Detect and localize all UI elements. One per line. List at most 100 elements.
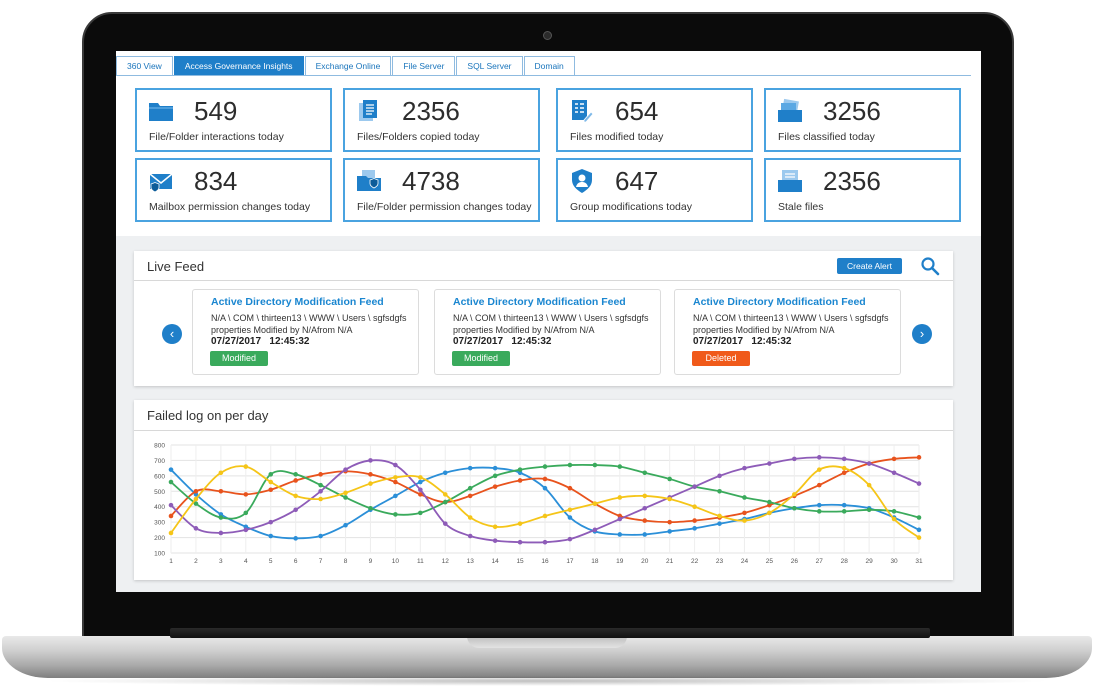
series-point-3[interactable] — [243, 510, 249, 516]
series-point-4[interactable] — [767, 461, 772, 466]
series-point-3[interactable] — [891, 509, 897, 514]
series-point-5[interactable] — [692, 504, 697, 510]
series-point-4[interactable] — [243, 527, 249, 533]
stat-card-files-modified[interactable]: 654 Files modified today — [556, 88, 753, 152]
stat-card-files-classified[interactable]: 3256 Files classified today — [764, 88, 961, 152]
series-point-1[interactable] — [492, 465, 498, 471]
series-point-4[interactable] — [717, 473, 722, 479]
series-point-5[interactable] — [343, 490, 348, 496]
series-point-5[interactable] — [467, 515, 473, 520]
series-point-3[interactable] — [368, 505, 373, 511]
series-point-4[interactable] — [891, 470, 897, 476]
series-point-3[interactable] — [418, 510, 423, 516]
series-point-3[interactable] — [667, 476, 672, 482]
series-point-4[interactable] — [492, 538, 498, 543]
series-point-5[interactable] — [642, 493, 648, 499]
series-point-2[interactable] — [841, 470, 847, 476]
series-point-2[interactable] — [368, 472, 373, 477]
series-point-5[interactable] — [442, 492, 448, 497]
series-point-4[interactable] — [592, 527, 598, 533]
series-point-5[interactable] — [767, 510, 772, 516]
series-point-2[interactable] — [218, 488, 224, 494]
series-point-2[interactable] — [467, 493, 473, 499]
series-point-1[interactable] — [343, 522, 348, 528]
series-point-2[interactable] — [692, 518, 697, 523]
series-point-2[interactable] — [916, 455, 922, 460]
series-point-3[interactable] — [567, 462, 573, 468]
series-point-2[interactable] — [268, 487, 274, 493]
series-point-4[interactable] — [467, 533, 473, 539]
series-point-3[interactable] — [268, 472, 274, 477]
series-point-5[interactable] — [168, 530, 174, 536]
series-point-4[interactable] — [866, 461, 872, 466]
series-point-1[interactable] — [467, 465, 473, 471]
series-point-3[interactable] — [841, 509, 847, 514]
series-point-1[interactable] — [293, 536, 298, 541]
series-point-5[interactable] — [243, 464, 249, 469]
series-point-4[interactable] — [692, 484, 697, 489]
series-point-3[interactable] — [866, 507, 872, 513]
series-point-3[interactable] — [642, 470, 648, 476]
series-point-2[interactable] — [517, 478, 523, 483]
series-point-5[interactable] — [542, 513, 548, 519]
series-point-3[interactable] — [517, 467, 523, 472]
series-point-5[interactable] — [393, 475, 398, 480]
tab-sql-server[interactable]: SQL Server — [456, 56, 523, 76]
series-point-4[interactable] — [418, 487, 423, 493]
series-point-5[interactable] — [742, 518, 747, 523]
series-point-2[interactable] — [891, 456, 897, 462]
tab-exchange-online[interactable]: Exchange Online — [304, 56, 392, 76]
feed-card[interactable]: Active Directory Modification Feed N/A \… — [674, 289, 901, 375]
series-point-4[interactable] — [742, 465, 747, 471]
stat-card-group-modifications[interactable]: 647 Group modifications today — [556, 158, 753, 222]
create-alert-button[interactable]: Create Alert — [837, 258, 902, 274]
series-point-5[interactable] — [891, 516, 897, 522]
series-point-3[interactable] — [318, 482, 323, 488]
series-point-1[interactable] — [617, 532, 623, 537]
series-point-1[interactable] — [816, 502, 822, 508]
series-point-3[interactable] — [916, 515, 922, 520]
series-point-4[interactable] — [343, 467, 348, 472]
series-point-4[interactable] — [816, 455, 822, 460]
search-icon[interactable] — [920, 256, 940, 276]
series-point-2[interactable] — [542, 476, 548, 482]
series-point-1[interactable] — [692, 526, 697, 531]
stat-card-files-copied[interactable]: 2356 Files/Folders copied today — [343, 88, 540, 152]
series-point-1[interactable] — [667, 529, 672, 534]
series-point-3[interactable] — [592, 462, 598, 468]
stat-card-mailbox-permission[interactable]: 834 Mailbox permission changes today — [135, 158, 332, 222]
feed-card[interactable]: Active Directory Modification Feed N/A \… — [192, 289, 419, 375]
series-point-4[interactable] — [268, 519, 274, 525]
series-point-4[interactable] — [193, 526, 199, 531]
series-point-2[interactable] — [667, 519, 672, 525]
series-point-1[interactable] — [168, 467, 174, 472]
series-point-1[interactable] — [567, 515, 573, 520]
tab-file-server[interactable]: File Server — [392, 56, 456, 76]
feed-card[interactable]: Active Directory Modification Feed N/A \… — [434, 289, 661, 375]
series-point-1[interactable] — [717, 521, 722, 526]
series-point-4[interactable] — [393, 462, 398, 468]
feed-prev-button[interactable]: ‹ — [162, 324, 182, 344]
series-point-2[interactable] — [816, 482, 822, 488]
series-point-1[interactable] — [841, 502, 847, 508]
series-point-1[interactable] — [542, 485, 548, 491]
feed-next-button[interactable]: › — [912, 324, 932, 344]
series-point-5[interactable] — [567, 507, 573, 513]
series-point-2[interactable] — [168, 513, 174, 519]
series-point-3[interactable] — [492, 473, 498, 479]
series-point-2[interactable] — [293, 478, 298, 483]
tab-domain[interactable]: Domain — [523, 56, 575, 76]
series-point-5[interactable] — [293, 493, 298, 499]
series-point-3[interactable] — [293, 472, 298, 477]
series-point-3[interactable] — [742, 495, 747, 500]
series-point-4[interactable] — [442, 521, 448, 526]
series-point-2[interactable] — [393, 479, 398, 485]
series-point-5[interactable] — [218, 470, 224, 476]
series-point-2[interactable] — [243, 492, 249, 497]
series-point-1[interactable] — [642, 532, 648, 537]
series-point-1[interactable] — [418, 479, 423, 485]
series-point-2[interactable] — [193, 488, 199, 494]
series-point-3[interactable] — [467, 485, 473, 491]
series-point-3[interactable] — [792, 505, 797, 511]
series-point-3[interactable] — [767, 499, 772, 505]
